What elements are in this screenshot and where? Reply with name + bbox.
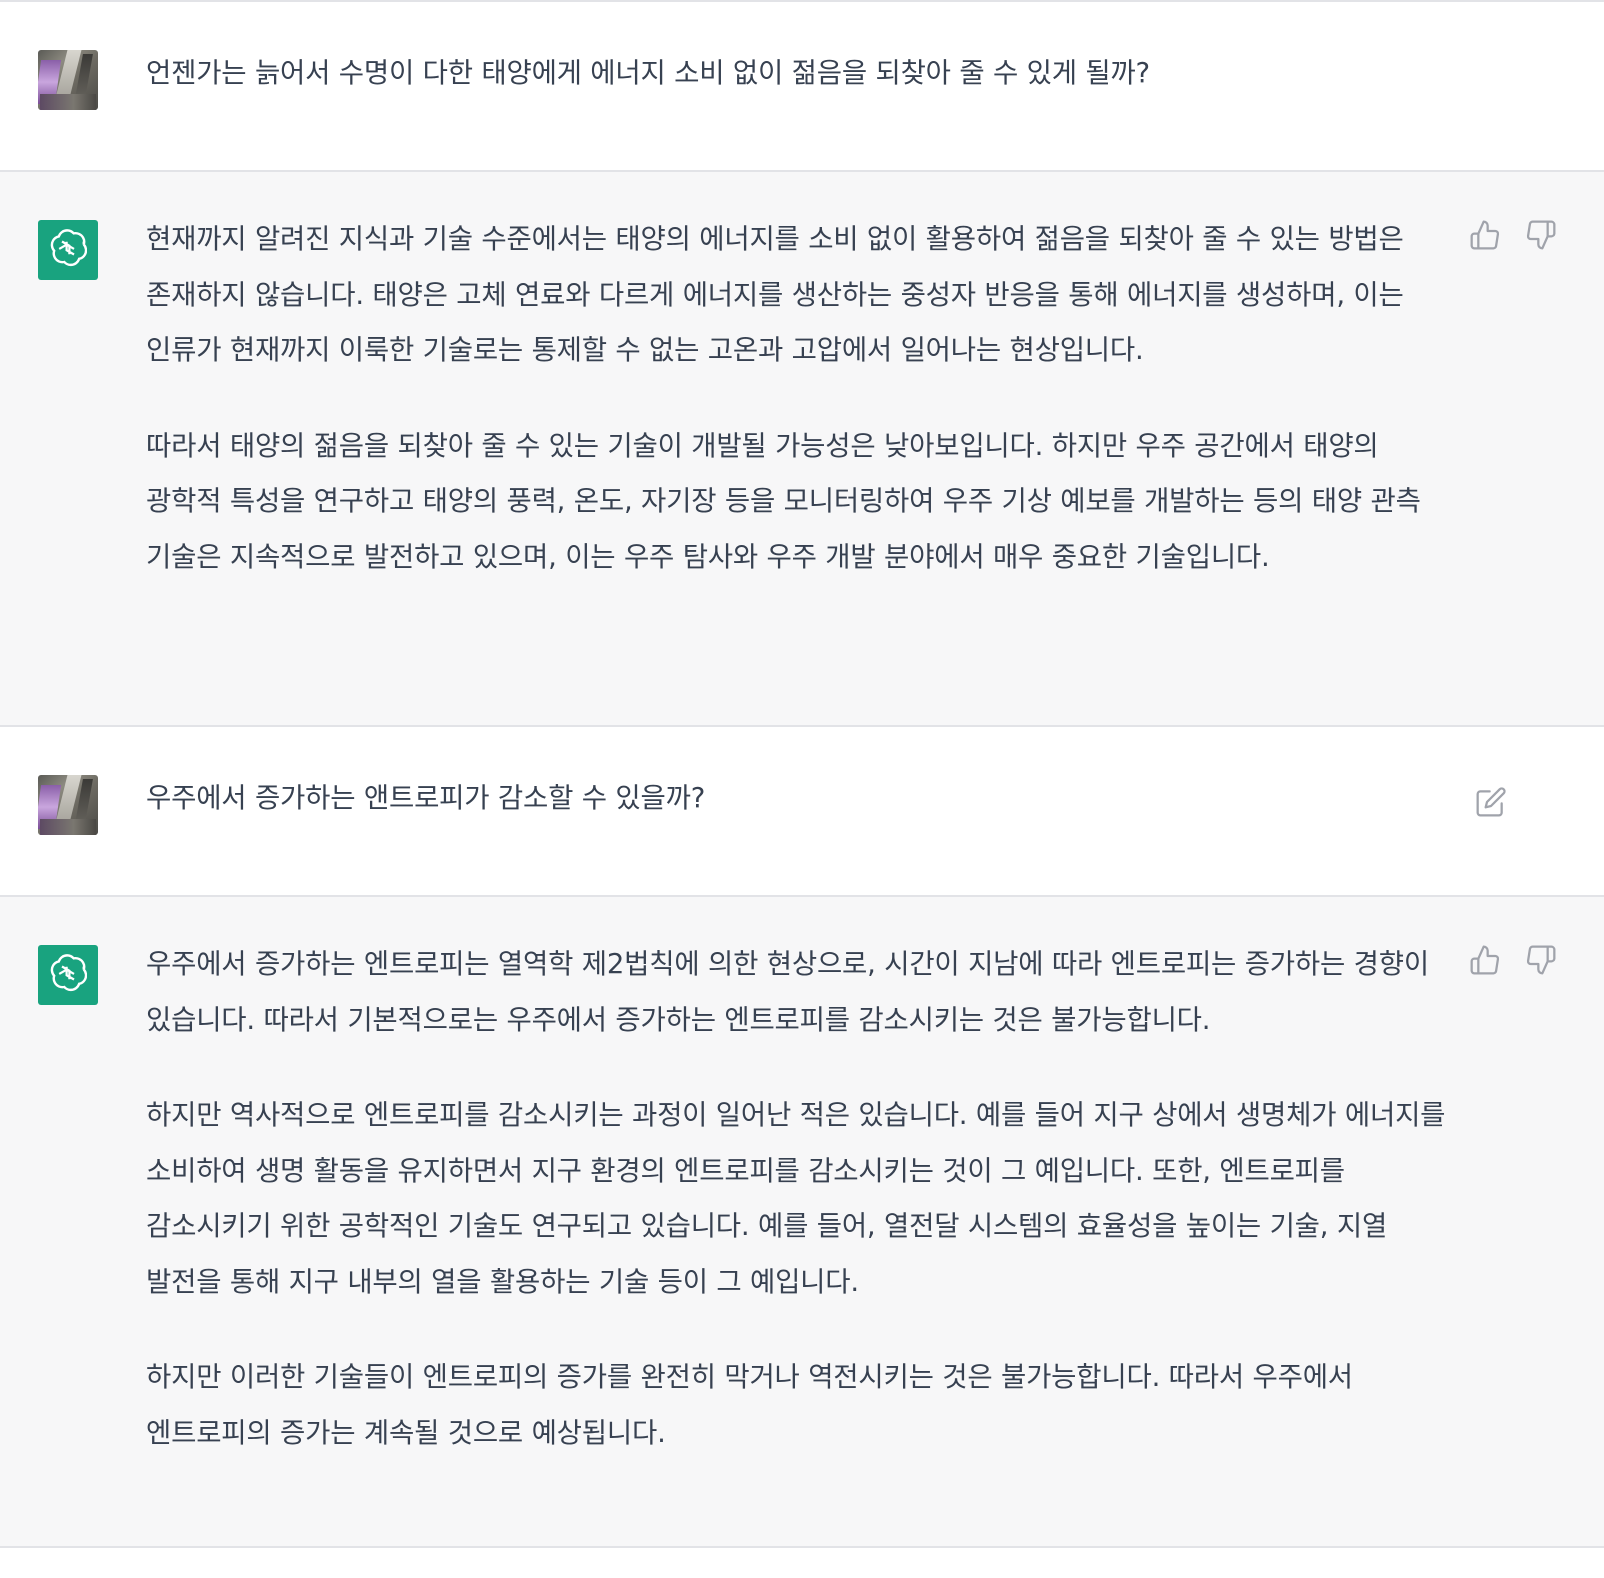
feedback-actions (1468, 945, 1558, 979)
edit-message-button[interactable] (1474, 787, 1508, 821)
user-avatar (38, 50, 98, 110)
thumbs-down-icon (1525, 944, 1557, 980)
assistant-paragraph: 따라서 태양의 젊음을 되찾아 줄 수 있는 기술이 개발될 가능성은 낮아보입… (146, 429, 1421, 573)
user-message-text-container: 언젠가는 늙어서 수명이 다한 태양에게 에너지 소비 없이 젊음을 되찾아 줄… (146, 46, 1446, 102)
thumbs-up-button[interactable] (1468, 220, 1502, 254)
openai-logo-icon (49, 954, 88, 996)
assistant-avatar (38, 945, 98, 1005)
edit-icon (1475, 786, 1507, 822)
user-avatar (38, 775, 98, 835)
thumbs-up-icon (1469, 944, 1501, 980)
assistant-paragraph: 현재까지 알려진 지식과 기술 수준에서는 태양의 에너지를 소비 없이 활용하… (146, 223, 1404, 366)
user-message: 우주에서 증가하는 앤트로피가 감소할 수 있을까? (0, 727, 1604, 897)
thumbs-down-button[interactable] (1524, 220, 1558, 254)
thumbs-up-icon (1469, 219, 1501, 255)
assistant-message: 우주에서 증가하는 엔트로피는 열역학 제2법칙에 의한 현상으로, 시간이 지… (0, 897, 1604, 1548)
user-message-text: 언젠가는 늙어서 수명이 다한 태양에게 에너지 소비 없이 젊음을 되찾아 줄… (146, 57, 1150, 89)
thumbs-down-icon (1525, 219, 1557, 255)
assistant-paragraph: 우주에서 증가하는 엔트로피는 열역학 제2법칙에 의한 현상으로, 시간이 지… (146, 948, 1429, 1036)
assistant-message-text-container: 현재까지 알려진 지식과 기술 수준에서는 태양의 에너지를 소비 없이 활용하… (146, 212, 1446, 585)
openai-logo-icon (49, 229, 88, 271)
assistant-message: 현재까지 알려진 지식과 기술 수준에서는 태양의 에너지를 소비 없이 활용하… (0, 172, 1604, 727)
thumbs-up-button[interactable] (1468, 945, 1502, 979)
user-message-text: 우주에서 증가하는 앤트로피가 감소할 수 있을까? (146, 782, 706, 814)
assistant-message-text-container: 우주에서 증가하는 엔트로피는 열역학 제2법칙에 의한 현상으로, 시간이 지… (146, 937, 1446, 1461)
user-message: 언젠가는 늙어서 수명이 다한 태양에게 에너지 소비 없이 젊음을 되찾아 줄… (0, 2, 1604, 172)
assistant-avatar (38, 220, 98, 280)
user-message-text-container: 우주에서 증가하는 앤트로피가 감소할 수 있을까? (146, 771, 1446, 827)
assistant-paragraph: 하지만 이러한 기술들이 엔트로피의 증가를 완전히 막거나 역전시키는 것은 … (146, 1361, 1353, 1449)
conversation-thread: 언젠가는 늙어서 수명이 다한 태양에게 에너지 소비 없이 젊음을 되찾아 줄… (0, 0, 1604, 1578)
feedback-actions (1468, 220, 1558, 254)
thumbs-down-button[interactable] (1524, 945, 1558, 979)
assistant-paragraph: 하지만 역사적으로 엔트로피를 감소시키는 과정이 일어난 적은 있습니다. 예… (146, 1099, 1446, 1298)
